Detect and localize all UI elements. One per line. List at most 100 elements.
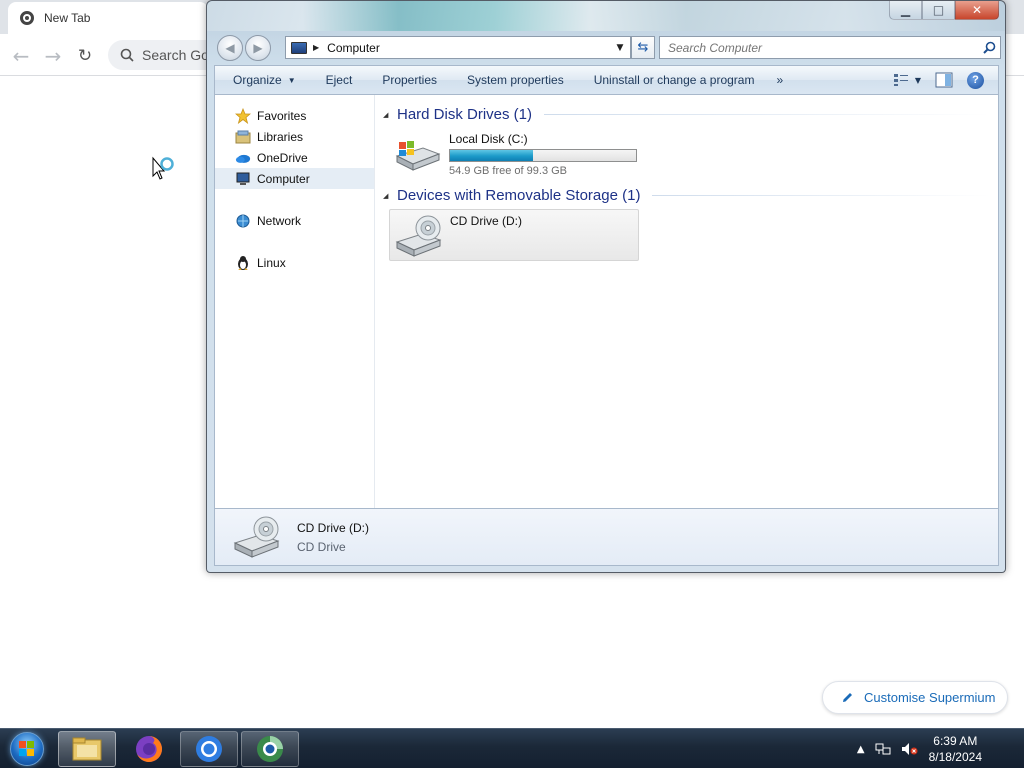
help-icon[interactable]: ? (967, 71, 984, 89)
details-type: CD Drive (297, 539, 346, 554)
content-pane: ◢ Hard Disk Drives (1) Local Disk (C:) 5… (375, 95, 998, 508)
start-button[interactable] (4, 730, 50, 768)
nav-item-favorites[interactable]: Favorites (215, 105, 374, 126)
libraries-icon (235, 129, 251, 145)
view-controls: ▼ ? (893, 71, 998, 89)
nav-item-computer[interactable]: Computer (215, 168, 374, 189)
dropdown-arrow-icon: ▼ (287, 75, 296, 85)
cd-drive-icon (394, 212, 444, 258)
system-properties-button[interactable]: System properties (451, 66, 578, 94)
command-bar: Organize ▼ Eject Properties System proper… (214, 65, 999, 95)
address-dropdown-icon[interactable]: ▼ (610, 43, 630, 53)
address-location[interactable]: Computer (327, 41, 610, 55)
details-pane: CD Drive (D:) CD Drive (214, 508, 999, 566)
uninstall-button[interactable]: Uninstall or change a program (578, 66, 769, 94)
address-bar[interactable]: ▶ Computer ▼ (285, 36, 631, 59)
search-icon (120, 48, 134, 62)
eject-button[interactable]: Eject (310, 66, 367, 94)
system-tray: ▲ 6:39 AM 8/18/2024 (857, 729, 1024, 768)
star-icon (235, 107, 251, 124)
linux-penguin-icon (235, 255, 251, 271)
nav-label-libraries: Libraries (257, 129, 304, 144)
system-properties-label: System properties (467, 73, 564, 87)
cd-drive-icon (231, 513, 283, 562)
taskbar-firefox[interactable] (120, 731, 178, 767)
network-status-icon[interactable] (875, 742, 891, 756)
refresh-icon: ⇆ (637, 40, 649, 55)
more-commands-button[interactable]: » (768, 66, 797, 94)
supermium-icon (257, 736, 283, 762)
taskbar-supermium[interactable] (241, 731, 299, 767)
customise-label: Customise Supermium (864, 690, 996, 705)
refresh-button[interactable]: ⇆ (631, 36, 655, 59)
taskbar-chromium[interactable] (180, 731, 238, 767)
forward-arrow-icon: ▶ (253, 41, 263, 55)
local-disk-c[interactable]: Local Disk (C:) 54.9 GB free of 99.3 GB (389, 128, 639, 178)
group-title-hard-disks: Hard Disk Drives (1) (397, 106, 533, 123)
windows-start-orb-icon (10, 732, 44, 766)
back-arrow-icon[interactable]: ← (8, 43, 34, 69)
search-box[interactable] (659, 36, 1001, 59)
properties-label: Properties (382, 73, 438, 87)
breadcrumb-arrow-icon[interactable]: ▶ (313, 43, 319, 52)
search-input[interactable] (668, 40, 978, 55)
back-button[interactable]: ◀ (217, 35, 243, 61)
search-icon[interactable] (978, 41, 1000, 54)
properties-button[interactable]: Properties (366, 66, 451, 94)
nav-label-favorites: Favorites (257, 108, 307, 123)
drive-free-space: 54.9 GB free of 99.3 GB (449, 165, 568, 177)
chrome-favicon-icon (20, 11, 34, 25)
title-bar[interactable] (207, 1, 1005, 31)
show-hidden-icons-icon[interactable]: ▲ (857, 744, 865, 755)
drive-name-c: Local Disk (C:) (449, 132, 528, 146)
navigation-pane: Favorites Libraries OneDrive Computer Ne… (215, 95, 375, 508)
eject-label: Eject (325, 73, 353, 87)
customise-supermium-button[interactable]: Customise Supermium (822, 681, 1008, 714)
explorer-window: ▁ □ ✕ ◀ ▶ ▶ Computer ▼ ⇆ Organize ▼ Eject… (206, 0, 1006, 573)
organize-menu[interactable]: Organize ▼ (215, 66, 310, 94)
view-dropdown-icon: ▼ (914, 75, 921, 85)
browser-tab-title: New Tab (44, 11, 91, 25)
close-button[interactable]: ✕ (955, 1, 999, 20)
caption-buttons: ▁ □ ✕ (889, 1, 999, 20)
forward-button[interactable]: ▶ (245, 35, 271, 61)
details-name: CD Drive (D:) (297, 520, 369, 535)
maximize-button[interactable]: □ (922, 1, 955, 20)
minimize-button[interactable]: ▁ (889, 1, 922, 20)
view-options-button[interactable]: ▼ (893, 73, 921, 87)
navigation-row: ◀ ▶ ▶ Computer ▼ ⇆ (215, 35, 1001, 61)
cd-drive-d[interactable]: CD Drive (D:) (389, 209, 639, 261)
nav-label-linux: Linux (257, 255, 286, 270)
preview-pane-icon[interactable] (935, 72, 953, 88)
nav-label-computer: Computer (257, 171, 310, 186)
collapse-triangle-icon[interactable]: ◢ (383, 192, 391, 200)
nav-item-network[interactable]: Network (215, 210, 374, 231)
clock-date: 8/18/2024 (928, 750, 982, 764)
forward-arrow-icon[interactable]: → (40, 43, 66, 69)
computer-icon (235, 171, 251, 187)
computer-icon (291, 41, 307, 54)
nav-item-linux[interactable]: Linux (215, 252, 374, 273)
nav-label-network: Network (257, 213, 302, 228)
browser-tab[interactable]: New Tab (8, 2, 208, 34)
disk-usage-fill (450, 150, 534, 161)
nav-item-onedrive[interactable]: OneDrive (215, 147, 374, 168)
clock[interactable]: 6:39 AM 8/18/2024 (929, 733, 982, 765)
folder-icon (72, 737, 102, 761)
hard-drive-windows-icon (393, 130, 443, 176)
firefox-icon (136, 736, 162, 762)
organize-label: Organize (233, 73, 282, 87)
drive-name-d: CD Drive (D:) (450, 214, 522, 228)
nav-item-libraries[interactable]: Libraries (215, 126, 374, 147)
explorer-body: Favorites Libraries OneDrive Computer Ne… (214, 95, 999, 508)
group-hard-disk-drives[interactable]: ◢ Hard Disk Drives (1) (383, 105, 990, 124)
taskbar-file-explorer[interactable] (58, 731, 116, 767)
volume-muted-icon[interactable] (901, 742, 919, 756)
collapse-triangle-icon[interactable]: ◢ (383, 111, 391, 119)
change-view-icon (893, 74, 908, 86)
group-removable-storage[interactable]: ◢ Devices with Removable Storage (1) (383, 186, 990, 205)
cloud-icon (235, 150, 251, 166)
reload-icon[interactable]: ↻ (72, 43, 98, 69)
omnibox-placeholder: Search Go (142, 47, 209, 63)
clock-time: 6:39 AM (933, 734, 978, 748)
